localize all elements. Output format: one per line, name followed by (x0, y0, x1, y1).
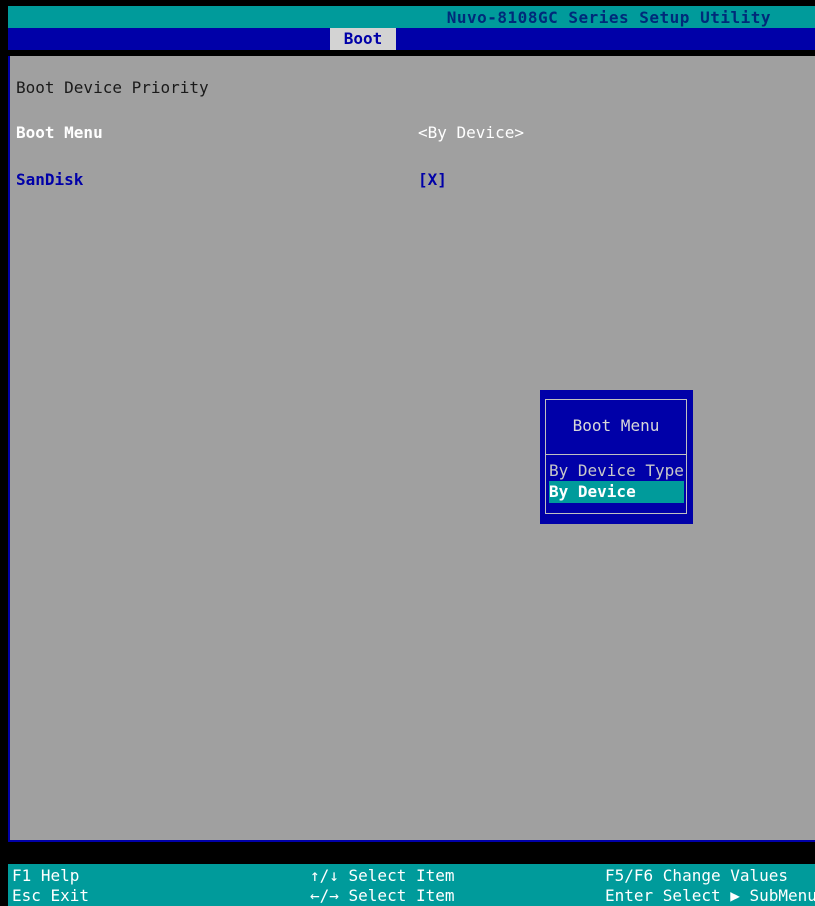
select-item-updown-hint: ↑/↓ Select Item (310, 866, 455, 885)
tab-bar: Boot (8, 28, 815, 50)
popup-divider (546, 454, 686, 455)
sandisk-device-label[interactable]: SanDisk (16, 170, 83, 189)
change-values-hint: F5/F6 Change Values (605, 866, 789, 885)
section-heading: Boot Device Priority (16, 78, 209, 97)
option-by-device[interactable]: By Device (549, 481, 684, 503)
sandisk-device-checkbox[interactable]: [X] (418, 170, 447, 189)
help-hint: F1 Help (12, 866, 80, 885)
app-title: Nuvo-8108GC Series Setup Utility (446, 8, 771, 27)
left-border (8, 56, 10, 842)
boot-menu-setting-value[interactable]: <By Device> (418, 123, 524, 142)
boot-menu-popup: Boot Menu By Device Type By Device (540, 390, 693, 524)
footer-help-bar: F1 Help Esc Exit ↑/↓ Select Item ←/→ Sel… (8, 864, 815, 906)
boot-menu-setting-label[interactable]: Boot Menu (16, 123, 103, 142)
main-panel: Boot Device Priority Boot Menu <By Devic… (8, 56, 815, 842)
exit-hint: Esc Exit (12, 886, 90, 905)
popup-title: Boot Menu (572, 416, 660, 435)
enter-submenu-hint: Enter Select ▶ SubMenu (605, 886, 815, 905)
bottom-border (8, 840, 815, 842)
popup-frame: Boot Menu By Device Type By Device (545, 399, 687, 514)
select-item-leftright-hint: ←/→ Select Item (310, 886, 455, 905)
option-by-device-type[interactable]: By Device Type (549, 460, 684, 482)
tab-boot[interactable]: Boot (330, 28, 396, 50)
title-bar: Nuvo-8108GC Series Setup Utility (8, 6, 815, 28)
